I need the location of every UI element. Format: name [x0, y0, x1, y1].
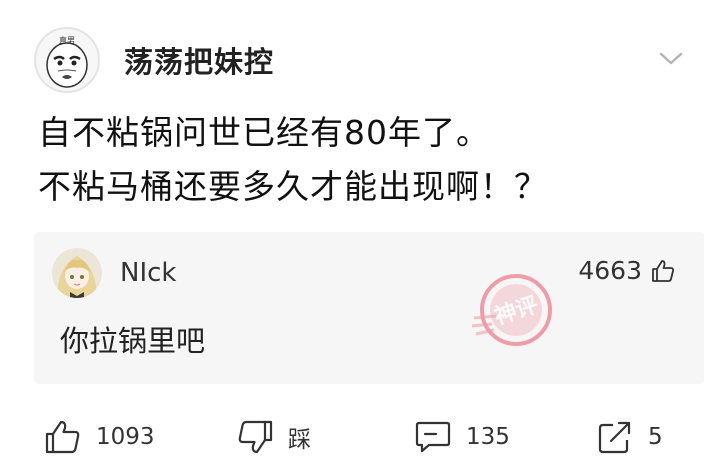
thumbs-up-icon	[652, 259, 674, 282]
post-header: 直男 荡荡把妹控	[34, 24, 700, 96]
thumbs-up-icon	[45, 420, 80, 454]
avatar-caption: 直男	[59, 35, 75, 45]
action-bar: 1093 踩 135 5	[0, 412, 720, 462]
dislike-label: 踩	[288, 427, 311, 453]
comment-count: 135	[466, 424, 510, 450]
reply-avatar[interactable]	[52, 248, 102, 298]
author-avatar[interactable]: 直男	[34, 27, 100, 93]
reply-text: 你拉锅里吧	[60, 324, 206, 358]
comment-icon	[415, 421, 451, 453]
comment-button[interactable]: 135	[414, 412, 510, 462]
content-line: 自不粘锅问世已经有80年了。	[38, 113, 490, 152]
post-content: 自不粘锅问世已经有80年了。 不粘马桶还要多久才能出现啊！？	[38, 106, 548, 214]
share-count: 5	[648, 424, 663, 450]
reply-like-count: 4663	[578, 256, 642, 285]
dislike-button[interactable]: 踩	[236, 412, 311, 462]
more-options-button[interactable]	[656, 46, 686, 70]
god-comment-stamp-icon: 神评	[471, 274, 552, 346]
content-line: 不粘马桶还要多久才能出现啊！？	[38, 167, 548, 206]
meme-face-avatar-icon: 直男	[46, 35, 88, 88]
reply-like-button[interactable]: 4663	[578, 256, 676, 285]
chevron-down-icon	[659, 52, 683, 65]
like-button[interactable]: 1093	[44, 412, 155, 462]
post-card: 直男 荡荡把妹控 自不粘锅问世已经有80年了。 不粘马桶还要多久才能出现啊！？	[0, 0, 720, 462]
reply-author-name[interactable]: NIck	[120, 258, 176, 288]
like-count: 1093	[96, 424, 155, 450]
anime-girl-avatar-icon	[52, 248, 102, 298]
share-button[interactable]: 5	[596, 412, 663, 462]
thumbs-down-icon	[238, 420, 273, 454]
featured-reply[interactable]: NIck 4663 神评 你拉锅里吧	[34, 232, 704, 384]
author-name[interactable]: 荡荡把妹控	[124, 39, 274, 81]
share-icon	[598, 421, 631, 454]
